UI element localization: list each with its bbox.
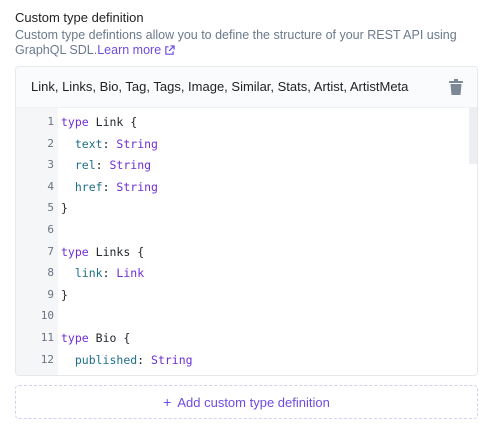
code-line: 9} <box>16 284 477 305</box>
code-brace: { <box>137 244 145 259</box>
code-field-type: Link <box>116 266 145 281</box>
trash-icon[interactable] <box>449 79 463 95</box>
code-brace: { <box>123 331 131 345</box>
code-field: rel <box>74 158 96 173</box>
add-custom-type-button[interactable]: + Add custom type definition <box>15 385 478 419</box>
line-number: 2 <box>47 136 54 150</box>
external-link-icon <box>164 45 175 60</box>
code-field: href <box>74 179 103 194</box>
line-number: 10 <box>40 309 54 323</box>
code-keyword: type <box>61 331 89 345</box>
code-brace: } <box>61 287 68 302</box>
code-line: 5} <box>16 197 477 218</box>
code-text: } <box>61 201 68 215</box>
code-text: href: String <box>74 179 158 194</box>
code-brace: { <box>130 115 138 129</box>
code-text: text: String <box>74 136 158 151</box>
line-number: 8 <box>47 266 54 280</box>
code-text: rel: String <box>74 158 152 173</box>
code-line: 10 <box>16 305 477 326</box>
code-brace: } <box>61 201 68 216</box>
code-editor[interactable]: 1 type Link {2 text: String 3 rel: String 4… <box>16 108 477 375</box>
code-type-name: Link <box>95 115 124 129</box>
line-number: 12 <box>40 352 54 366</box>
code-line: 4 href: String <box>16 176 477 197</box>
code-text: published: String <box>74 352 193 367</box>
description-text: Custom type defintions allow you to defi… <box>15 28 457 57</box>
learn-more-link[interactable]: Learn more <box>97 43 175 57</box>
type-definition-panel: Link, Links, Bio, Tag, Tags, Image, Simi… <box>15 66 478 376</box>
code-type-name: Bio <box>95 331 117 345</box>
panel-header: Link, Links, Bio, Tag, Tags, Image, Simi… <box>16 67 477 108</box>
code-keyword: type <box>61 244 89 259</box>
add-button-label: Add custom type definition <box>177 394 330 410</box>
code-field: link <box>74 266 103 281</box>
line-number: 4 <box>47 179 54 193</box>
code-line: 6 <box>16 219 477 240</box>
section-description: Custom type defintions allow you to defi… <box>15 28 477 60</box>
code-field: published <box>74 352 138 367</box>
code-text: type Link { <box>61 115 137 129</box>
code-field-type: String <box>151 352 193 367</box>
code-text: } <box>61 288 68 302</box>
custom-type-definition-section: Custom type definition Custom type defin… <box>0 0 492 431</box>
learn-more-label: Learn more <box>97 43 162 57</box>
line-number: 1 <box>47 115 54 128</box>
code-line: 3 rel: String <box>16 154 477 175</box>
code-keyword: type <box>61 115 89 129</box>
code-line: 8 link: Link <box>16 262 477 283</box>
code-field-type: String <box>116 179 158 194</box>
plus-icon: + <box>163 394 172 410</box>
code-type-name: Links <box>95 244 131 259</box>
code-field: text <box>74 136 103 151</box>
code-field-type: String <box>116 136 158 151</box>
code-line: 11 type Bio { <box>16 327 477 348</box>
line-number: 9 <box>47 287 54 301</box>
types-summary: Link, Links, Bio, Tag, Tags, Image, Simi… <box>31 79 409 94</box>
code-text: type Links { <box>61 245 144 259</box>
code-line: 2 text: String <box>16 133 477 154</box>
code-line: 12 published: String <box>16 349 477 370</box>
code-line: 1 type Link { <box>16 111 477 132</box>
line-number: 7 <box>47 244 54 258</box>
code-line: 7 type Links { <box>16 241 477 262</box>
line-number: 5 <box>47 201 54 215</box>
line-number: 11 <box>40 331 54 344</box>
code-text: type Bio { <box>61 331 130 345</box>
section-title: Custom type definition <box>15 10 144 25</box>
line-number: 6 <box>47 223 54 236</box>
code-text: link: Link <box>74 266 145 281</box>
code-field-type: String <box>109 158 152 173</box>
line-number: 3 <box>47 158 54 172</box>
